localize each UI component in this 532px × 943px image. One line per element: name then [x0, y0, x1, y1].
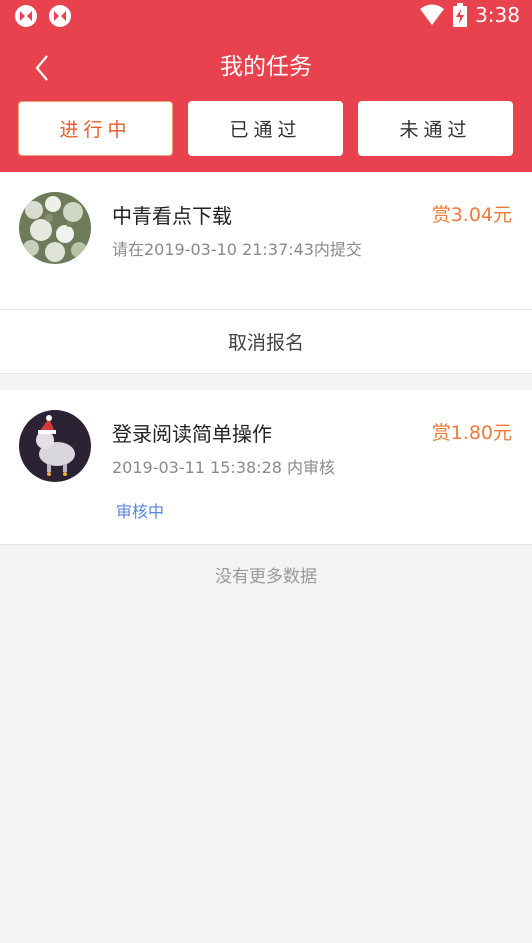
header: 3:38 我的任务 进行中 已通过 未通过	[0, 0, 532, 172]
blossom-image	[19, 192, 91, 264]
task-status-tabs: 进行中 已通过 未通过	[18, 101, 514, 157]
task-title: 中青看点下载	[112, 204, 232, 228]
status-time: 3:38	[475, 3, 520, 27]
wifi-icon	[420, 4, 445, 25]
page-title: 我的任务	[220, 54, 312, 80]
app-notification-icon	[49, 5, 71, 27]
task-reward: 赏1.80元	[431, 422, 512, 444]
no-more-data-label: 没有更多数据	[215, 567, 317, 587]
task-card[interactable]: 中青看点下载 赏3.04元 请在2019-03-10 21:37:43内提交	[0, 172, 532, 310]
cancel-signup-button[interactable]: 取消报名	[0, 310, 532, 374]
navbar: 我的任务	[0, 40, 532, 96]
sheep-avatar-image	[19, 410, 91, 482]
status-icons-right: 3:38	[419, 3, 520, 27]
battery-charging-icon	[453, 3, 468, 27]
task-deadline: 请在2019-03-10 21:37:43内提交	[112, 240, 362, 259]
app-notification-icon	[15, 5, 37, 27]
task-title: 登录阅读简单操作	[112, 422, 272, 446]
status-badge: 审核中	[116, 502, 165, 521]
task-reward: 赏3.04元	[431, 204, 512, 226]
status-icons-left	[14, 4, 72, 28]
task-review-time: 2019-03-11 15:38:28 内审核	[112, 458, 336, 477]
tab-rejected[interactable]: 未通过	[358, 101, 513, 156]
task-avatar	[19, 192, 91, 264]
status-bar: 3:38	[0, 0, 532, 32]
tab-in-progress[interactable]: 进行中	[18, 101, 173, 156]
tab-approved[interactable]: 已通过	[188, 101, 343, 156]
task-card[interactable]: 登录阅读简单操作 赏1.80元 2019-03-11 15:38:28 内审核 …	[0, 390, 532, 545]
task-avatar	[19, 410, 91, 482]
